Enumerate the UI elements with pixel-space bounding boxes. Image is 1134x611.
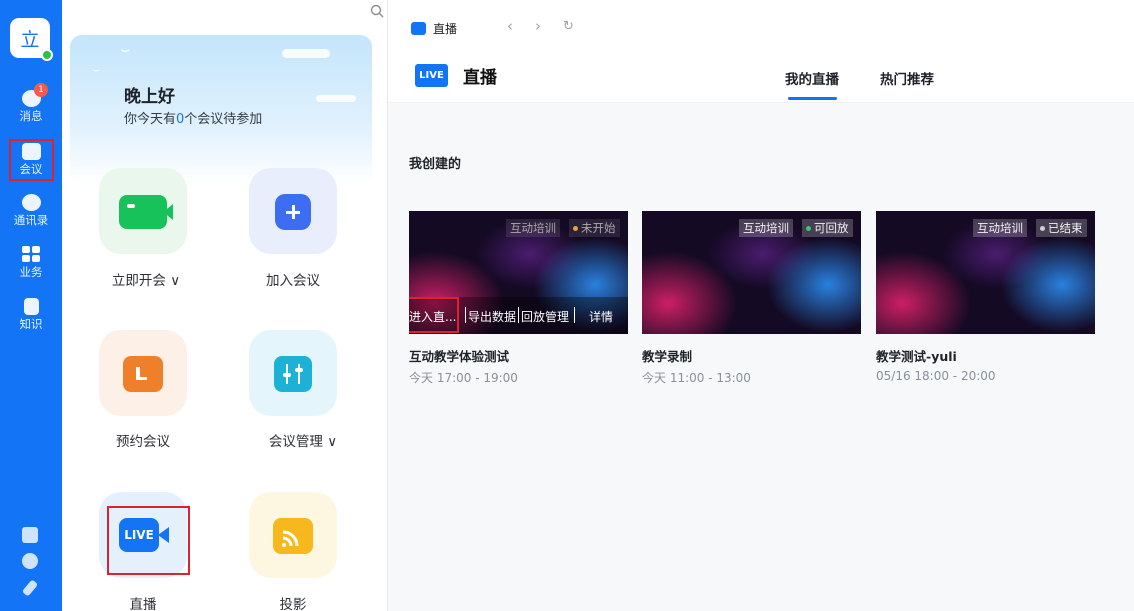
cast-label[interactable]: 投影 bbox=[250, 593, 336, 611]
category-tag: 互动培训 bbox=[739, 219, 793, 237]
live-name[interactable]: 教学录制 bbox=[642, 346, 692, 365]
separator bbox=[518, 307, 519, 323]
bird-decoration: ⌣ bbox=[92, 63, 101, 78]
avatar-initial: 立 bbox=[20, 28, 40, 51]
app-root: 立 1 消息 会议 通讯录 业务 知识 ⌣ ⌣ 晚上好 你今天有0个会议待参加 … bbox=[0, 0, 1134, 611]
live-header: LIVE 直播 我的直播 热门推荐 bbox=[388, 46, 1134, 103]
meeting-count-text: 你今天有0个会议待参加 bbox=[124, 108, 262, 127]
live-card[interactable]: 互动培训 可回放 教学录制 今天 11:00 - 13:00 bbox=[642, 211, 861, 385]
details-button[interactable]: 详情 bbox=[589, 308, 613, 325]
left-nav-rail: 立 1 消息 会议 通讯录 业务 知识 bbox=[0, 0, 62, 611]
live-card[interactable]: 互动培训 未开始 进入直... 导出数据 回放管理 详情 互动教学体验测试 今天… bbox=[409, 211, 628, 385]
window-title-bar: 直播 ‹ › ↻ bbox=[388, 0, 1134, 46]
refresh-icon[interactable]: ↻ bbox=[563, 19, 574, 34]
meeting-management-label[interactable]: 会议管理 ∨ bbox=[258, 430, 348, 450]
live-window: 直播 ‹ › ↻ LIVE 直播 我的直播 热门推荐 我创建的 互动培训 未开始… bbox=[387, 0, 1134, 611]
video-camera-icon bbox=[119, 195, 173, 229]
status-text: 未开始 bbox=[581, 221, 616, 235]
rail-item-label: 知识 bbox=[19, 317, 43, 331]
live-thumbnail[interactable]: 互动培训 未开始 进入直... 导出数据 回放管理 详情 bbox=[409, 211, 628, 334]
apps-grid-icon bbox=[21, 246, 41, 263]
pencil-icon[interactable] bbox=[21, 579, 39, 597]
playback-management-button[interactable]: 回放管理 bbox=[521, 308, 569, 325]
status-dot-icon bbox=[1040, 226, 1045, 231]
live-name[interactable]: 教学测试-yuli bbox=[876, 346, 957, 365]
meeting-count-prefix: 你今天有 bbox=[124, 112, 177, 127]
join-meeting-tile[interactable] bbox=[249, 168, 337, 254]
highlight-box-meetings bbox=[9, 139, 54, 181]
schedule-meeting-label[interactable]: 预约会议 bbox=[100, 430, 186, 450]
cast-tile[interactable] bbox=[249, 492, 337, 578]
back-arrow-icon[interactable]: ‹ bbox=[507, 17, 513, 35]
live-card[interactable]: 互动培训 已结束 教学测试-yuli 05/16 18:00 - 20:00 bbox=[876, 211, 1095, 383]
live-label[interactable]: 直播 bbox=[100, 593, 186, 611]
calendar-icon[interactable] bbox=[22, 527, 38, 543]
status-text: 可回放 bbox=[814, 221, 849, 235]
sliders-icon bbox=[274, 356, 312, 392]
status-badge: 未开始 bbox=[569, 219, 620, 237]
online-status-icon bbox=[41, 49, 53, 61]
category-tag: 互动培训 bbox=[973, 219, 1027, 237]
live-time: 今天 17:00 - 19:00 bbox=[409, 371, 518, 385]
unread-badge: 1 bbox=[34, 83, 48, 97]
rail-item-contacts[interactable]: 通讯录 bbox=[0, 194, 62, 240]
join-meeting-label[interactable]: 加入会议 bbox=[250, 269, 336, 289]
rail-item-business[interactable]: 业务 bbox=[0, 246, 62, 292]
meeting-count-suffix: 个会议待参加 bbox=[184, 112, 263, 127]
active-tab-indicator bbox=[788, 97, 837, 100]
user-avatar[interactable]: 立 bbox=[10, 18, 53, 61]
window-title: 直播 bbox=[433, 22, 458, 36]
search-icon[interactable] bbox=[370, 4, 384, 18]
status-dot-icon bbox=[573, 226, 578, 231]
rail-item-label: 通讯录 bbox=[13, 213, 49, 227]
export-data-button[interactable]: 导出数据 bbox=[468, 308, 516, 325]
status-dot-icon bbox=[806, 226, 811, 231]
cloud-decoration bbox=[316, 95, 356, 102]
book-icon bbox=[23, 298, 39, 315]
cast-icon bbox=[273, 518, 313, 554]
highlight-box-live bbox=[107, 506, 190, 575]
schedule-meeting-tile[interactable] bbox=[99, 330, 187, 416]
live-time: 今天 11:00 - 13:00 bbox=[642, 371, 751, 385]
rail-item-label: 业务 bbox=[19, 265, 43, 279]
category-tag: 互动培训 bbox=[506, 219, 560, 237]
section-title: 我创建的 bbox=[409, 157, 462, 172]
start-meeting-label[interactable]: 立即开会 ∨ bbox=[103, 269, 189, 289]
meeting-management-tile[interactable] bbox=[249, 330, 337, 416]
cloud-decoration bbox=[282, 49, 330, 58]
live-time: 05/16 18:00 - 20:00 bbox=[876, 369, 996, 383]
live-logo: LIVE bbox=[415, 64, 448, 87]
status-badge: 已结束 bbox=[1036, 219, 1087, 237]
rail-item-knowledge[interactable]: 知识 bbox=[0, 298, 62, 344]
live-thumbnail[interactable]: 互动培训 可回放 bbox=[642, 211, 861, 334]
rail-item-messages[interactable]: 1 消息 bbox=[0, 83, 62, 136]
highlight-box-enter-live bbox=[409, 297, 459, 333]
live-thumbnail[interactable]: 互动培训 已结束 bbox=[876, 211, 1095, 334]
separator bbox=[574, 307, 575, 323]
separator bbox=[465, 307, 466, 323]
forward-arrow-icon[interactable]: › bbox=[535, 17, 541, 35]
tab-my-live[interactable]: 我的直播 bbox=[785, 68, 839, 88]
contacts-icon bbox=[21, 194, 41, 211]
calendar-icon bbox=[123, 356, 163, 392]
live-app-icon bbox=[411, 22, 426, 35]
cube-icon[interactable] bbox=[22, 553, 38, 569]
tab-hot-recommend[interactable]: 热门推荐 bbox=[880, 68, 934, 88]
status-badge: 可回放 bbox=[802, 219, 853, 237]
start-meeting-tile[interactable] bbox=[99, 168, 187, 254]
bird-decoration: ⌣ bbox=[120, 39, 131, 58]
status-text: 已结束 bbox=[1048, 221, 1083, 235]
plus-icon bbox=[275, 194, 311, 230]
rail-item-label: 消息 bbox=[19, 109, 43, 123]
live-page-title: 直播 bbox=[463, 68, 497, 88]
greeting-title: 晚上好 bbox=[124, 87, 175, 107]
live-name[interactable]: 互动教学体验测试 bbox=[409, 346, 509, 365]
